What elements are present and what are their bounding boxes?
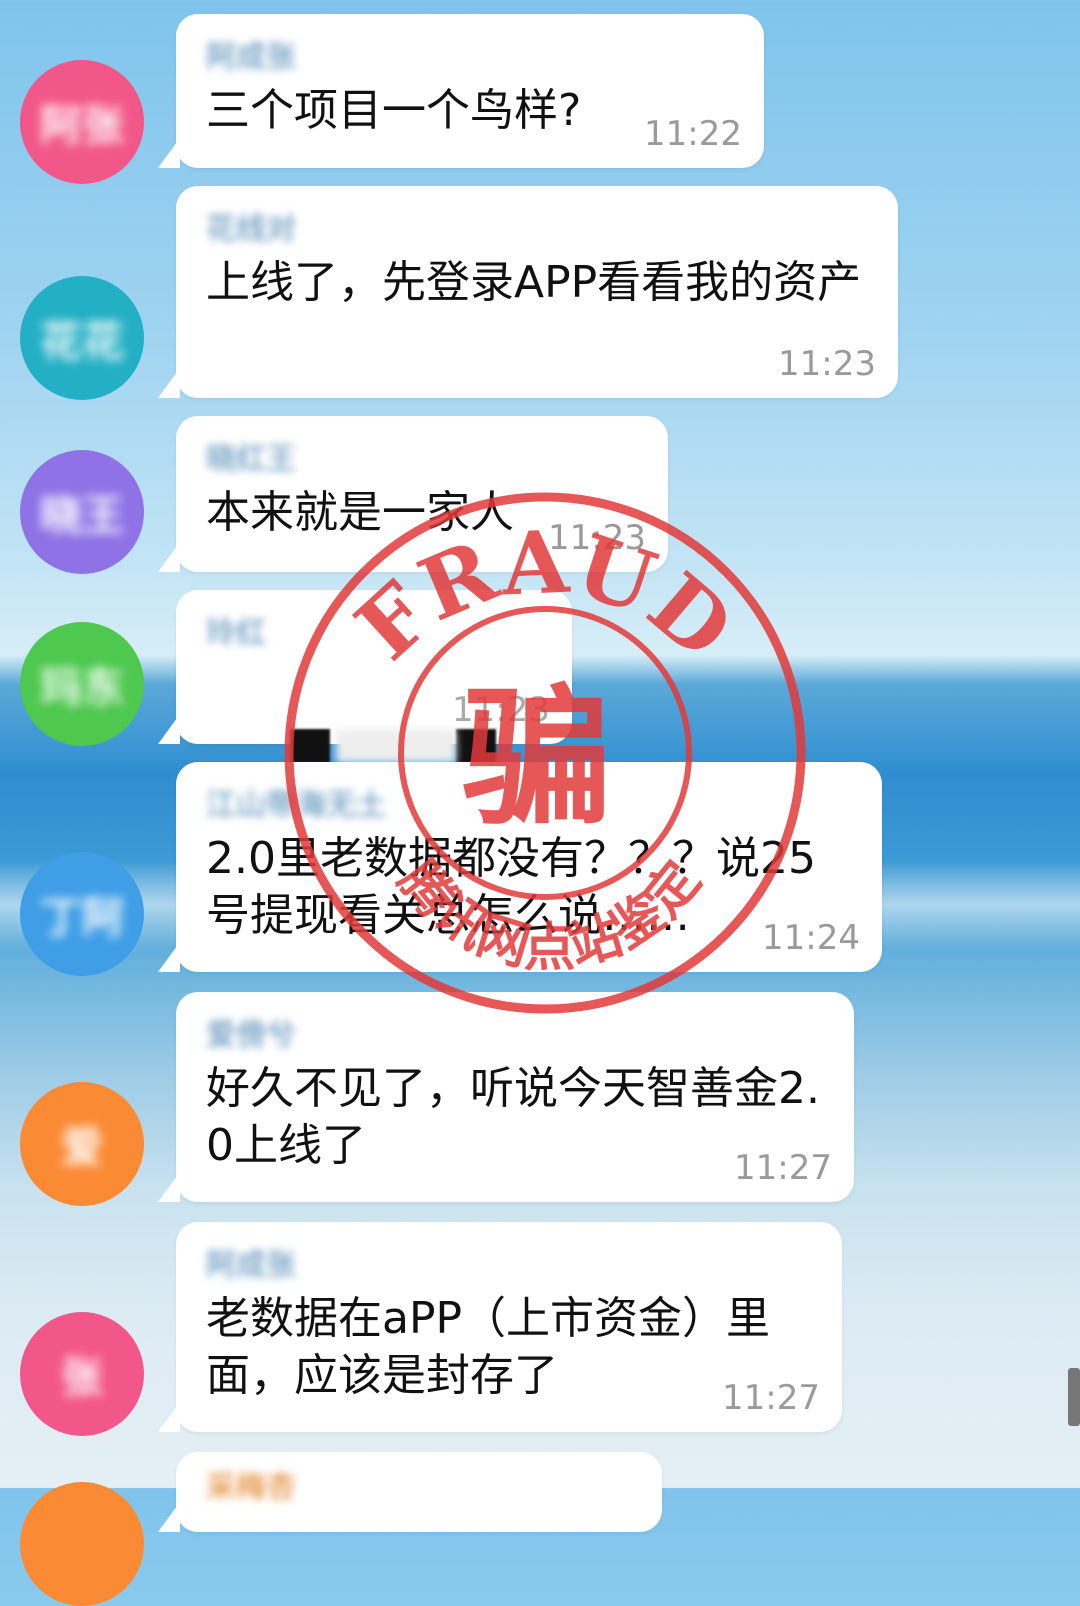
- avatar-label: 玛东: [39, 662, 124, 712]
- message-time: 11:22: [644, 114, 742, 154]
- avatar[interactable]: 花花: [20, 276, 144, 400]
- message-text: 2.0里老数据都没有？？？说25号提现看关总怎么说……: [206, 833, 816, 941]
- sender-name: 晓红王: [206, 442, 296, 477]
- sender-name: 江山带海无土: [206, 788, 386, 823]
- avatar[interactable]: [20, 1482, 144, 1606]
- sender-name: 爱傍兮: [206, 1018, 296, 1053]
- message-bubble[interactable]: 阿成张 老数据在aPP（上市资金）里面，应该是封存了 11:27: [158, 1222, 842, 1432]
- sender-name: 阿成张: [206, 1248, 296, 1283]
- scrollbar[interactable]: [1068, 1368, 1080, 1426]
- message-time: 11:27: [722, 1378, 820, 1418]
- message-bubble[interactable]: 采梅杏: [158, 1452, 662, 1532]
- avatar-label: 阿张: [39, 100, 124, 150]
- avatar-label: 丁阿: [39, 892, 124, 942]
- avatar-label: 花花: [39, 316, 124, 366]
- message-bubble[interactable]: 阿成张 三个项目一个鸟样? 11:22: [158, 14, 764, 168]
- message-time: 11:23: [548, 518, 646, 558]
- redaction-block: [455, 729, 496, 763]
- message-bubble[interactable]: 玲红 11:23: [158, 590, 572, 763]
- sender-name: 采梅杏: [206, 1470, 296, 1505]
- message-bubble[interactable]: 晓红王 本来就是一家人 11:23: [158, 416, 668, 572]
- message-time: 11:23: [452, 690, 550, 730]
- avatar[interactable]: 丁阿: [20, 852, 144, 976]
- avatar-label: 晓王: [39, 490, 124, 540]
- redaction-block: [289, 729, 330, 763]
- avatar-label: 张: [60, 1352, 103, 1402]
- avatar[interactable]: 张: [20, 1312, 144, 1436]
- message-time: 11:27: [734, 1148, 832, 1188]
- message-bubble[interactable]: 爱傍兮 好久不见了，听说今天智善金2.0上线了 11:27: [158, 992, 854, 1202]
- avatar[interactable]: 玛东: [20, 622, 144, 746]
- avatar[interactable]: 晓王: [20, 450, 144, 574]
- message-bubble[interactable]: 江山带海无土 2.0里老数据都没有？？？说25号提现看关总怎么说…… 11:24: [158, 762, 882, 972]
- message-text: 上线了，先登录APP看看我的资产: [206, 257, 862, 308]
- message-time: 11:23: [778, 344, 876, 384]
- avatar[interactable]: 阿张: [20, 60, 144, 184]
- sender-name: 花线对: [206, 212, 296, 247]
- sender-name: 阿成张: [206, 40, 296, 75]
- message-time: 11:24: [762, 918, 860, 958]
- message-bubble[interactable]: 花线对 上线了，先登录APP看看我的资产 11:23: [158, 186, 898, 398]
- avatar-label: 爱: [60, 1122, 103, 1172]
- sender-name: 玲红: [206, 616, 266, 651]
- avatar[interactable]: 爱: [20, 1082, 144, 1206]
